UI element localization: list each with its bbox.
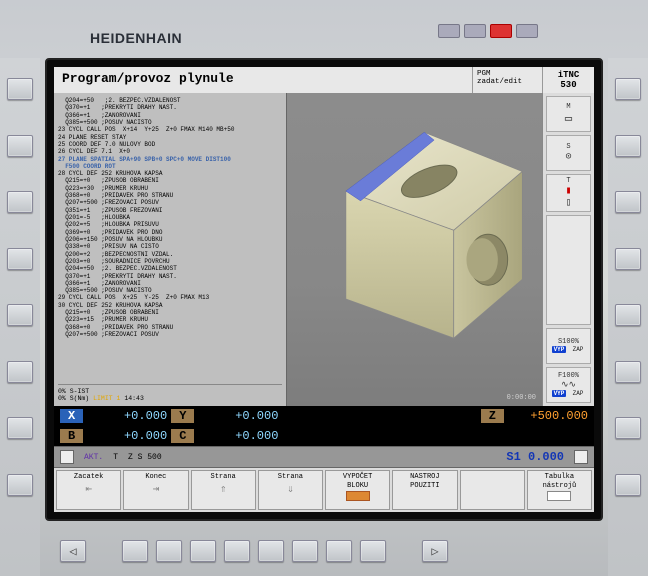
hw-button[interactable] [615,248,641,270]
left-hw-buttons [0,58,40,576]
axis-x-value: +0.000 [89,409,167,423]
hw-softkey-2[interactable] [156,540,182,562]
led [464,24,486,38]
hw-button[interactable] [615,78,641,100]
side-spacer [546,215,591,325]
hw-softkey-7[interactable] [326,540,352,562]
hw-softkey-8[interactable] [360,540,386,562]
bottom-hw-buttons: ◁ ▷ [40,526,608,576]
hw-button[interactable] [7,191,33,213]
hw-button[interactable] [7,474,33,496]
sk-empty [460,470,525,510]
hw-button[interactable] [7,248,33,270]
led [438,24,460,38]
status-icon [574,450,588,464]
zap-label: ZAP [571,346,586,353]
hw-button[interactable] [7,361,33,383]
hw-button[interactable] [615,417,641,439]
limit-label: LIMIT 1 [93,395,120,402]
hw-prev[interactable]: ◁ [60,540,86,562]
sim-time: 0:00:00 [507,394,536,402]
brand-logo: HEIDENHAIN [90,30,182,46]
sk-tool-table[interactable]: Tabulkanástrojů [527,470,592,510]
spindle-readout: S1 0.000 [506,450,564,464]
axis-x-label: X [60,409,83,423]
screen-frame: Program/provoz plynule PGM zadat/edit iT… [45,58,603,521]
3d-viewport[interactable]: 0:00:00 [286,93,542,406]
hw-button[interactable] [7,304,33,326]
hw-button[interactable] [7,417,33,439]
hw-button[interactable] [615,135,641,157]
hw-button[interactable] [7,78,33,100]
side-toolbar: M▭ S⊙ T▮▯ S100% VYP ZAP F100%∿∿ VYP ZAP [542,93,594,406]
s-ist: 0% S-IST [58,388,89,395]
mode-line1: PGM [477,70,538,78]
hw-softkey-5[interactable] [258,540,284,562]
axis-b-value: +0.000 [89,429,167,443]
hw-next[interactable]: ▷ [422,540,448,562]
tool-label: T [113,453,118,462]
right-hw-buttons [608,58,648,576]
axis-y-label: Y [171,409,194,423]
side-s[interactable]: S⊙ [546,135,591,171]
axis-display-2: B +0.000 C +0.000 [54,426,594,446]
side-feed-ovr[interactable]: F100%∿∿ VYP ZAP [546,367,591,403]
zs-label: Z S 500 [128,453,162,462]
hw-button[interactable] [615,191,641,213]
part-render [287,93,542,358]
led [516,24,538,38]
axis-c-value: +0.000 [200,429,278,443]
axis-z-label: Z [481,409,504,423]
axis-display-1: X +0.000 Y +0.000 Z +500.000 [54,406,594,426]
hw-softkey-4[interactable] [224,540,250,562]
vyp-badge: VYP [552,346,567,353]
axis-b-label: B [60,429,83,443]
page-title: Program/provoz plynule [54,67,472,93]
status-footer: 0% S-IST 0% S(Nm) LIMIT 1 14:43 [58,384,282,402]
axis-z-value: +500.000 [510,409,588,423]
mode-label: PGM zadat/edit [472,67,542,93]
sk-block-calc[interactable]: VYPOČETBLOKU [325,470,390,510]
hw-button[interactable] [615,361,641,383]
sk-end[interactable]: Konec⇥ [123,470,188,510]
screen: Program/provoz plynule PGM zadat/edit iT… [54,67,594,512]
axis-y-value: +0.000 [200,409,278,423]
hw-button[interactable] [7,135,33,157]
hw-softkey-6[interactable] [292,540,318,562]
led-record [490,24,512,38]
sk-page-down[interactable]: Strana⇓ [258,470,323,510]
nc-code-list: Q204=+50 ;2. BEZPEC.VZDALENOST Q370=+1 ;… [58,97,282,384]
hw-softkey-1[interactable] [122,540,148,562]
side-t[interactable]: T▮▯ [546,174,591,212]
akt-label: AKT. [84,453,103,462]
nc-code-pane[interactable]: Q204=+50 ;2. BEZPEC.VZDALENOST Q370=+1 ;… [54,93,286,406]
sk-begin[interactable]: Zacatek⇤ [56,470,121,510]
s-nml: 0% S(Nm) [58,395,89,402]
hw-button[interactable] [615,304,641,326]
hw-softkey-3[interactable] [190,540,216,562]
side-m[interactable]: M▭ [546,96,591,132]
sk-tool-usage[interactable]: NASTROJPOUZITI [392,470,457,510]
indicator-leds [438,24,538,38]
info-bar: AKT. T Z S 500 S1 0.000 [54,446,594,468]
side-spindle-ovr[interactable]: S100% VYP ZAP [546,328,591,364]
model-label: iTNC 530 [542,67,594,93]
status-time: 14:43 [124,395,144,402]
softkey-row: Zacatek⇤ Konec⇥ Strana⇑ Strana⇓ VYPOČETB… [54,468,594,512]
mode-line2: zadat/edit [477,78,538,86]
axis-c-label: C [171,429,194,443]
hw-button[interactable] [615,474,641,496]
sk-page-up[interactable]: Strana⇑ [191,470,256,510]
preset-icon[interactable] [60,450,74,464]
